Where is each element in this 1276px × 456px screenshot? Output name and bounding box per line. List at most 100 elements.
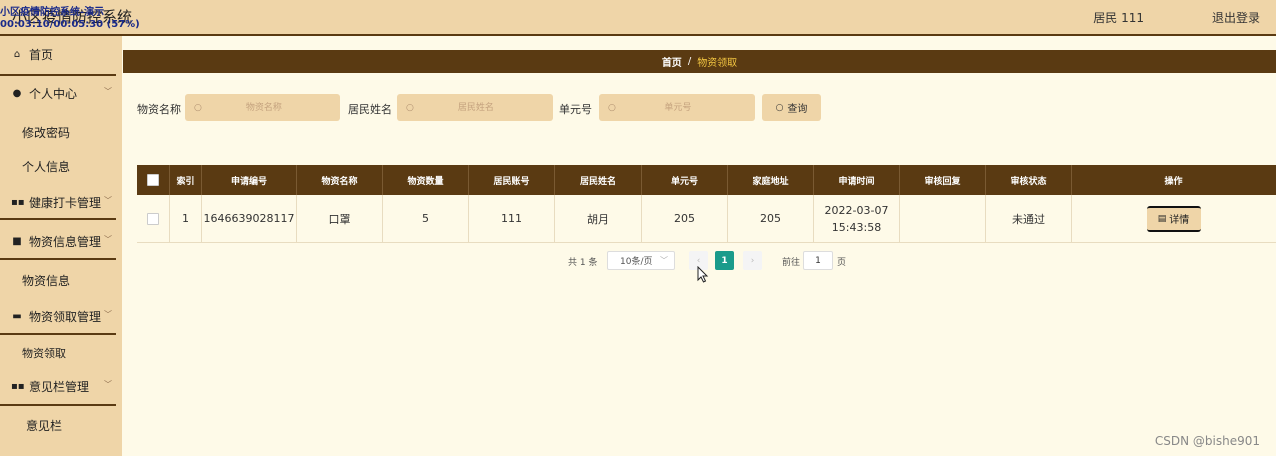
grid-icon: ▪▪ xyxy=(11,196,25,208)
select-all-cell xyxy=(137,165,170,195)
sidebar-item-label: 意见栏 xyxy=(26,418,63,433)
search-icon: ○ xyxy=(406,102,414,113)
watermark: CSDN @bishe901 xyxy=(1154,434,1260,448)
sidebar-divider xyxy=(0,218,116,220)
column-header: 单元号 xyxy=(642,165,728,195)
resident-name-field[interactable]: ○ xyxy=(397,94,553,121)
table-row: 1 1646639028117 口罩 5 111 胡月 205 205 2022… xyxy=(137,195,1276,243)
unit-number-field[interactable]: ○ xyxy=(599,94,755,121)
briefcase-icon: ▬ xyxy=(12,310,22,322)
cell-name: 胡月 xyxy=(555,195,642,242)
sidebar-item-label: 物资领取 xyxy=(22,347,66,360)
search-icon: ○ xyxy=(608,102,616,113)
sidebar-item-label: 修改密码 xyxy=(22,125,71,140)
video-overlay-title: 小区疫情防控系统-演示 xyxy=(0,7,105,18)
cell-unit: 205 xyxy=(642,195,728,242)
sidebar-divider xyxy=(0,404,116,406)
sidebar-divider xyxy=(0,333,116,335)
sidebar: ⌂ 首页 ● 个人中心 ﹀ 修改密码 个人信息 ▪▪ 健康打卡管理 ﹀ ■ 物资… xyxy=(0,36,122,456)
page-number-button[interactable]: 1 xyxy=(715,251,734,270)
chevron-right-icon: › xyxy=(750,255,755,266)
material-name-field[interactable]: ○ xyxy=(185,94,340,121)
row-select-cell xyxy=(137,195,170,242)
column-header: 操作 xyxy=(1164,176,1183,187)
sidebar-item-label: 物资领取管理 xyxy=(29,309,102,324)
sidebar-item-label: 物资信息 xyxy=(22,273,71,288)
grid-icon: ▪▪ xyxy=(11,380,25,392)
page-size-select[interactable]: 10条/页 ﹀ xyxy=(607,251,675,270)
video-overlay-time: 00:03:10/00:05:30 (57%) xyxy=(0,19,140,30)
column-header: 居民姓名 xyxy=(555,165,642,195)
pagination-total: 共 1 条 xyxy=(568,258,598,268)
chevron-down-icon: ﹀ xyxy=(104,380,112,389)
sidebar-item-material-receive-mgmt[interactable]: ▬ 物资领取管理 ﹀ xyxy=(0,301,122,331)
sidebar-item-label: 个人中心 xyxy=(29,86,78,101)
search-icon: ○ xyxy=(194,102,202,113)
home-icon: ⌂ xyxy=(13,48,21,60)
breadcrumb-home[interactable]: 首页 xyxy=(662,54,682,69)
unit-number-input[interactable] xyxy=(615,94,740,121)
user-label: 居民 111 xyxy=(1093,11,1144,25)
data-table: 索引 申请编号 物资名称 物资数量 居民账号 居民姓名 单元号 家庭地址 申请时… xyxy=(137,165,1276,243)
sidebar-item-material-info[interactable]: 物资信息 xyxy=(0,265,144,295)
page-suffix: 页 xyxy=(837,258,847,268)
column-header: 居民账号 xyxy=(469,165,555,195)
resident-name-input[interactable] xyxy=(413,94,538,121)
cell-action: ▤ 详情 xyxy=(1072,195,1275,242)
column-header: 物资数量 xyxy=(383,165,469,195)
column-header: 审核状态 xyxy=(986,165,1072,195)
sidebar-item-material-info-mgmt[interactable]: ■ 物资信息管理 ﹀ xyxy=(0,226,122,256)
sidebar-item-feedback[interactable]: 意见栏 xyxy=(0,410,148,440)
sidebar-item-health-mgmt[interactable]: ▪▪ 健康打卡管理 ﹀ xyxy=(0,187,122,217)
next-page-button[interactable]: › xyxy=(743,251,762,270)
box-icon: ■ xyxy=(12,235,22,247)
breadcrumb-current: 物资领取 xyxy=(697,58,738,69)
chevron-down-icon: ﹀ xyxy=(104,87,112,96)
chevron-down-icon: ﹀ xyxy=(104,196,112,205)
column-header: 物资名称 xyxy=(297,165,383,195)
row-checkbox[interactable] xyxy=(147,212,159,225)
sidebar-item-change-password[interactable]: 修改密码 xyxy=(0,117,144,147)
sidebar-item-label: 个人信息 xyxy=(22,159,71,174)
sidebar-item-personal-info[interactable]: 个人信息 xyxy=(0,151,144,181)
query-button[interactable]: ○ 查询 xyxy=(762,94,821,121)
chevron-down-icon: ﹀ xyxy=(104,235,112,244)
query-button-label: 查询 xyxy=(787,104,808,115)
logout-button[interactable]: 退出登录 xyxy=(1212,9,1260,26)
mouse-cursor-icon xyxy=(697,266,709,283)
cell-time: 2022-03-07 15:43:58 xyxy=(814,195,900,242)
cell-qty: 5 xyxy=(383,195,469,242)
goto-label: 前往 xyxy=(782,258,801,268)
cell-status: 未通过 xyxy=(986,195,1072,242)
cell-address: 205 xyxy=(728,195,814,242)
sidebar-item-label: 意见栏管理 xyxy=(29,379,90,394)
breadcrumb-separator: / xyxy=(687,56,692,67)
sidebar-item-feedback-mgmt[interactable]: ▪▪ 意见栏管理 ﹀ xyxy=(0,371,122,401)
goto-page-input[interactable] xyxy=(803,251,833,270)
sidebar-divider xyxy=(0,74,116,76)
cell-apply-no: 1646639028117 xyxy=(202,195,297,242)
cell-account: 111 xyxy=(469,195,555,242)
sidebar-divider xyxy=(0,258,116,260)
detail-button[interactable]: ▤ 详情 xyxy=(1146,205,1201,232)
chevron-down-icon: ﹀ xyxy=(104,310,112,319)
detail-button-label: 详情 xyxy=(1169,215,1190,226)
column-header: 索引 xyxy=(170,165,202,195)
material-name-label: 物资名称 xyxy=(137,103,181,116)
sidebar-item-home[interactable]: ⌂ 首页 xyxy=(0,39,122,69)
search-icon: ○ xyxy=(775,102,784,113)
sidebar-item-personal-center[interactable]: ● 个人中心 ﹀ xyxy=(0,78,122,108)
column-header: 家庭地址 xyxy=(728,165,814,195)
table-header: 索引 申请编号 物资名称 物资数量 居民账号 居民姓名 单元号 家庭地址 申请时… xyxy=(137,165,1276,195)
column-header: 申请时间 xyxy=(814,165,900,195)
cell-index: 1 xyxy=(170,195,202,242)
material-name-input[interactable] xyxy=(201,94,326,121)
select-all-checkbox[interactable] xyxy=(147,174,159,186)
column-header: 审核回复 xyxy=(900,165,986,195)
sidebar-item-label: 首页 xyxy=(29,47,54,62)
chevron-down-icon: ﹀ xyxy=(660,256,668,265)
top-header: 小区疫情防控系统 小区疫情防控系统-演示 00:03:10/00:05:30 (… xyxy=(0,0,1276,36)
document-icon: ▤ xyxy=(1157,213,1167,224)
sidebar-item-material-receive[interactable]: 物资领取 xyxy=(0,338,144,368)
user-icon: ● xyxy=(12,87,22,99)
